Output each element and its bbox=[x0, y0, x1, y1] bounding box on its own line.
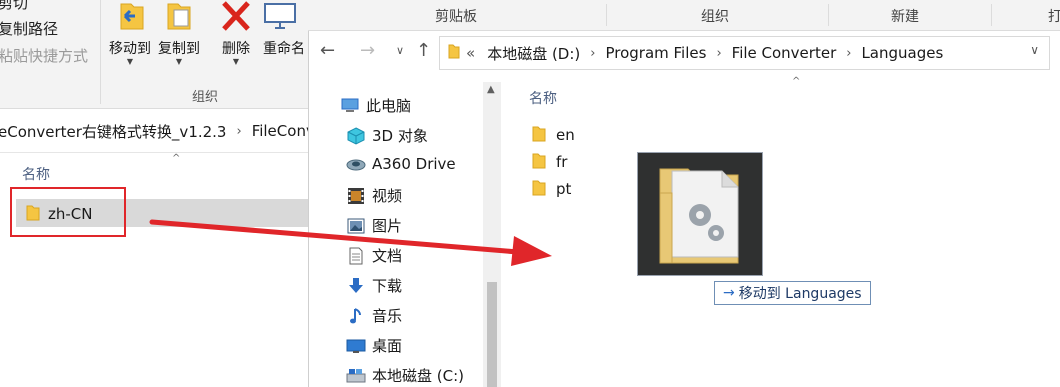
drag-tooltip: → 移动到 Languages bbox=[714, 281, 871, 305]
move-to-label: 移动到 bbox=[109, 41, 151, 57]
sort-up-icon: ^ bbox=[172, 153, 181, 164]
nav-item-this-pc[interactable]: 此电脑 bbox=[340, 95, 411, 116]
nav-item-label: 此电脑 bbox=[366, 97, 412, 115]
move-to-icon bbox=[113, 0, 147, 36]
list-item[interactable]: fr bbox=[532, 151, 567, 173]
breadcrumb-chevron-icon: › bbox=[716, 45, 722, 61]
nav-item-documents[interactable]: 文档 bbox=[346, 245, 402, 266]
folder-name: fr bbox=[556, 153, 568, 171]
chevron-down-icon: ▼ bbox=[126, 57, 134, 66]
breadcrumb-segment[interactable]: 本地磁盘 (D:) bbox=[487, 43, 580, 64]
copy-path-command[interactable]: 复制路径 bbox=[0, 18, 58, 39]
nav-item-downloads[interactable]: 下载 bbox=[346, 275, 402, 296]
recent-locations-chevron-icon[interactable]: ∨ bbox=[396, 44, 404, 57]
breadcrumb-chevron-icon: › bbox=[846, 45, 852, 61]
rename-label: 重命名 bbox=[263, 41, 305, 57]
arrow-right-icon: → bbox=[723, 285, 735, 301]
music-icon bbox=[346, 307, 366, 325]
breadcrumb-chevron-icon: › bbox=[236, 123, 242, 139]
overflow-crumbs-icon[interactable]: « bbox=[466, 44, 475, 62]
breadcrumb-segment[interactable]: Program Files bbox=[605, 44, 706, 62]
nav-item-label: 视频 bbox=[372, 187, 403, 205]
clipboard-group-label: 剪贴板 bbox=[435, 9, 477, 25]
scrollbar-thumb[interactable] bbox=[487, 282, 497, 387]
folder-icon bbox=[532, 151, 546, 173]
nav-item-label: 3D 对象 bbox=[372, 127, 428, 145]
up-arrow-icon[interactable]: ↑ bbox=[416, 40, 431, 61]
download-icon bbox=[346, 277, 366, 295]
cube-icon bbox=[346, 126, 366, 145]
computer-icon bbox=[340, 97, 360, 115]
move-to-button[interactable]: 移动到 ▼ bbox=[106, 0, 154, 66]
organize-group-label: 组织 bbox=[701, 9, 729, 25]
name-column-header[interactable]: 名称 bbox=[22, 164, 50, 184]
nav-item-music[interactable]: 音乐 bbox=[346, 305, 402, 326]
open-group-label: 打 bbox=[1048, 9, 1060, 25]
address-dropdown-icon[interactable]: ∨ bbox=[1030, 43, 1039, 57]
copy-to-icon bbox=[162, 0, 196, 36]
name-column-header[interactable]: 名称 bbox=[529, 88, 557, 108]
picture-icon bbox=[346, 217, 366, 235]
delete-label: 删除 bbox=[222, 41, 250, 57]
desktop-icon bbox=[346, 337, 366, 355]
right-address-bar[interactable]: « 本地磁盘 (D:) › Program Files › File Conve… bbox=[439, 36, 1050, 70]
delete-button[interactable]: 删除 ▼ bbox=[216, 0, 256, 66]
cloud-drive-icon bbox=[346, 155, 366, 173]
drive-icon bbox=[346, 367, 366, 385]
nav-item-label: A360 Drive bbox=[372, 155, 456, 173]
nav-item-pictures[interactable]: 图片 bbox=[346, 215, 402, 236]
nav-item-label: 音乐 bbox=[372, 307, 403, 325]
left-ribbon: 剪切 复制路径 粘贴快捷方式 移动到 ▼ 复制到 ▼ 删除 ▼ 重命名 组织 bbox=[0, 0, 308, 109]
paste-shortcut-command[interactable]: 粘贴快捷方式 bbox=[0, 45, 88, 66]
rename-icon bbox=[263, 0, 297, 36]
nav-item-label: 本地磁盘 (C:) bbox=[372, 367, 464, 385]
list-item[interactable]: en bbox=[532, 124, 575, 146]
chevron-down-icon: ▼ bbox=[232, 57, 240, 66]
nav-item-local-disk-c[interactable]: 本地磁盘 (C:) bbox=[346, 365, 464, 386]
nav-item-label: 图片 bbox=[372, 217, 403, 235]
copy-to-label: 复制到 bbox=[158, 41, 200, 57]
highlight-box bbox=[10, 187, 126, 237]
video-icon bbox=[346, 187, 366, 205]
nav-item-label: 桌面 bbox=[372, 337, 403, 355]
copy-to-button[interactable]: 复制到 ▼ bbox=[154, 0, 204, 66]
breadcrumb-segment[interactable]: File Converter bbox=[732, 44, 837, 62]
document-icon bbox=[346, 247, 366, 265]
right-ribbon-strip: 剪贴板 组织 新建 打 bbox=[308, 0, 1060, 31]
sort-up-icon: ^ bbox=[792, 76, 801, 87]
folder-icon bbox=[532, 124, 546, 146]
organize-group-label: 组织 bbox=[192, 90, 219, 105]
nav-item-label: 文档 bbox=[372, 247, 403, 265]
back-arrow-icon[interactable]: ← bbox=[320, 40, 335, 61]
left-address-bar[interactable]: eConverter右键格式转换_v1.2.3 › FileConv bbox=[0, 110, 315, 153]
breadcrumb-segment[interactable]: Languages bbox=[861, 44, 943, 62]
nav-item-a360-drive[interactable]: A360 Drive bbox=[346, 155, 456, 173]
new-group-label: 新建 bbox=[891, 9, 919, 25]
scroll-up-icon[interactable]: ▲ bbox=[487, 84, 495, 95]
breadcrumb-chevron-icon: › bbox=[590, 45, 596, 61]
folder-settings-icon bbox=[638, 168, 762, 279]
nav-item-desktop[interactable]: 桌面 bbox=[346, 335, 402, 356]
nav-item-videos[interactable]: 视频 bbox=[346, 185, 402, 206]
breadcrumb-segment[interactable]: FileConv bbox=[252, 122, 315, 140]
nav-item-3d-objects[interactable]: 3D 对象 bbox=[346, 125, 428, 146]
drag-preview bbox=[637, 152, 763, 276]
folder-name: en bbox=[556, 126, 575, 144]
cut-command[interactable]: 剪切 bbox=[0, 0, 28, 13]
chevron-down-icon: ▼ bbox=[175, 57, 183, 66]
folder-icon bbox=[448, 43, 460, 63]
folder-icon bbox=[532, 178, 546, 200]
breadcrumb-segment[interactable]: eConverter右键格式转换_v1.2.3 bbox=[0, 121, 226, 142]
drag-tooltip-label: 移动到 Languages bbox=[738, 286, 862, 302]
list-item[interactable]: pt bbox=[532, 178, 571, 200]
delete-x-icon bbox=[219, 0, 253, 36]
nav-pane-scrollbar[interactable]: ▲ bbox=[483, 82, 501, 387]
nav-item-label: 下载 bbox=[372, 277, 403, 295]
folder-name: pt bbox=[556, 180, 572, 198]
forward-arrow-icon[interactable]: → bbox=[360, 40, 375, 61]
